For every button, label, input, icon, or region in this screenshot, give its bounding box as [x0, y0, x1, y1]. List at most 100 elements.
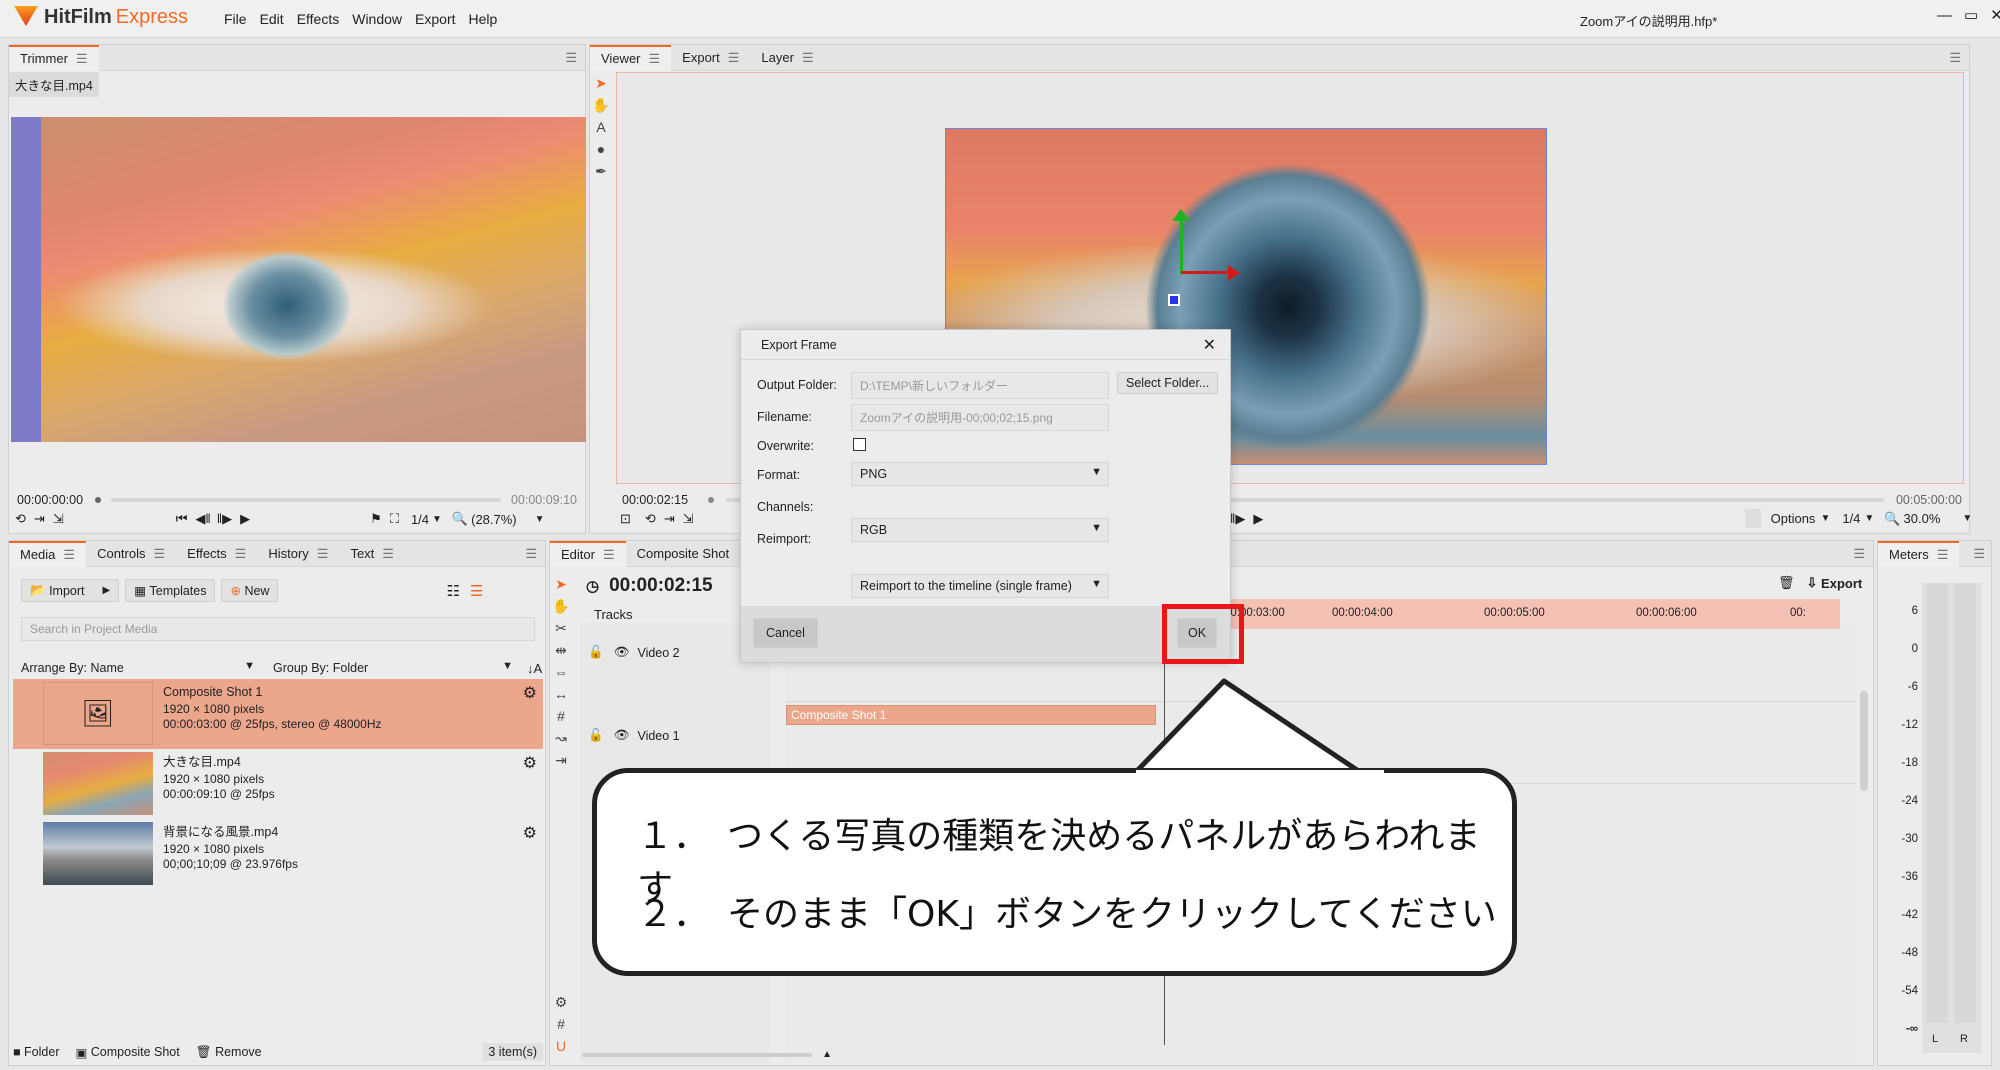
- loop-icon[interactable]: ⟲: [15, 511, 26, 527]
- arrange-select[interactable]: Arrange By: Name ▼: [13, 657, 261, 679]
- menu-icon[interactable]: ☰: [649, 51, 661, 67]
- roll-tool-icon[interactable]: #: [550, 705, 572, 727]
- timeline-vscroll[interactable]: [1860, 691, 1868, 791]
- tab-layer[interactable]: Layer ☰: [750, 45, 824, 71]
- to-start-icon[interactable]: ⏮: [176, 511, 188, 527]
- play-icon[interactable]: ▶: [1253, 511, 1263, 527]
- list-view-icon[interactable]: ☷: [446, 582, 459, 600]
- zoom-slider-icon[interactable]: ▲: [822, 1049, 832, 1060]
- menu-icon[interactable]: ☰: [154, 546, 166, 562]
- menu-export[interactable]: Export: [415, 11, 455, 27]
- gear-icon[interactable]: ⚙: [523, 753, 537, 773]
- timeline-clip[interactable]: Composite Shot 1: [786, 705, 1156, 725]
- import-button[interactable]: 📂 Import ▶: [21, 579, 120, 602]
- menu-edit[interactable]: Edit: [260, 11, 284, 27]
- eye-icon[interactable]: 👁: [614, 645, 630, 660]
- output-folder-field[interactable]: D:\TEMP\新しいフォルダー: [851, 372, 1109, 399]
- close-icon[interactable]: ✕: [1203, 335, 1216, 355]
- lock-icon[interactable]: 🔓: [588, 645, 604, 660]
- templates-button[interactable]: ▦ Templates: [125, 579, 216, 602]
- menu-icon[interactable]: ☰: [76, 51, 88, 67]
- menu-icon[interactable]: ☰: [317, 546, 329, 562]
- slide-tool-icon[interactable]: ⇔: [550, 661, 572, 683]
- menu-file[interactable]: File: [224, 11, 247, 27]
- panel-menu-icon[interactable]: ☰: [1853, 546, 1865, 562]
- ellipse-tool-icon[interactable]: ●: [590, 138, 612, 160]
- loop-icon[interactable]: ⟲: [645, 511, 656, 527]
- overwrite-checkbox[interactable]: [853, 438, 866, 451]
- new-composite-button[interactable]: ▣ Composite Shot: [75, 1045, 179, 1060]
- hand-tool-icon[interactable]: ✋: [550, 595, 572, 617]
- menu-help[interactable]: Help: [469, 11, 498, 27]
- slip-tool-icon[interactable]: ⇹: [550, 639, 572, 661]
- channels-select[interactable]: RGB ▼: [851, 518, 1109, 542]
- gear-icon[interactable]: ⚙: [523, 683, 537, 703]
- panel-menu-icon[interactable]: ☰: [1949, 50, 1961, 66]
- list-item[interactable]: 大きな目.mp4 1920 × 1080 pixels 00:00:09:10 …: [13, 749, 543, 819]
- tab-editor[interactable]: Editor ☰: [550, 540, 626, 567]
- detail-view-icon[interactable]: ☰: [470, 582, 483, 600]
- menu-icon[interactable]: ☰: [1937, 547, 1949, 563]
- magnet-icon[interactable]: U: [550, 1035, 572, 1057]
- maximize-icon[interactable]: ▭: [1964, 6, 1978, 24]
- menu-effects[interactable]: Effects: [297, 11, 340, 27]
- hand-tool-icon[interactable]: ✋: [590, 94, 612, 116]
- search-input[interactable]: Search in Project Media: [21, 617, 535, 641]
- filename-field[interactable]: Zoomアイの説明用-00;00;02;15.png: [851, 404, 1109, 431]
- reimport-select[interactable]: Reimport to the timeline (single frame) ▼: [851, 574, 1109, 598]
- viewer-zoom[interactable]: 30.0%: [1904, 511, 1941, 526]
- select-tool-icon[interactable]: ➤: [550, 573, 572, 595]
- fit-icon[interactable]: ⊡: [620, 511, 631, 527]
- tab-effects[interactable]: Effects ☰: [176, 541, 257, 567]
- group-select[interactable]: Group By: Folder ▼: [265, 657, 519, 679]
- new-folder-button[interactable]: ■ Folder: [13, 1045, 59, 1059]
- viewer-options-toggle[interactable]: [1745, 509, 1761, 528]
- sort-icon[interactable]: ↓A: [527, 661, 542, 676]
- lock-icon[interactable]: 🔓: [588, 728, 604, 743]
- snapshot-icon[interactable]: ⛶: [390, 511, 399, 527]
- overlay-icon[interactable]: ⇲: [53, 511, 64, 527]
- pen-tool-icon[interactable]: ✒: [590, 160, 612, 182]
- insert-icon[interactable]: ⇥: [34, 511, 45, 527]
- menu-window[interactable]: Window: [352, 11, 402, 27]
- remove-button[interactable]: 🗑 Remove: [196, 1045, 262, 1060]
- menu-icon[interactable]: ☰: [63, 547, 75, 563]
- track-select-icon[interactable]: ⇥: [550, 749, 572, 771]
- overlay-icon[interactable]: ⇲: [683, 511, 694, 527]
- anchor-point-handle[interactable]: [1168, 294, 1180, 306]
- tab-history[interactable]: History ☰: [257, 541, 339, 567]
- x-axis-gizmo[interactable]: [1181, 271, 1231, 274]
- razor-tool-icon[interactable]: ✂: [550, 617, 572, 639]
- panel-menu-icon[interactable]: ☰: [525, 546, 537, 562]
- timeline-hscroll[interactable]: ▲: [582, 1049, 832, 1060]
- tab-export[interactable]: Export ☰: [671, 45, 750, 71]
- timeline-ruler[interactable]: 00:00:03:00 00:00:04:00 00:00:05:00 00:0…: [1200, 599, 1840, 629]
- playhead-icon[interactable]: [708, 497, 715, 503]
- y-axis-gizmo[interactable]: [1180, 217, 1183, 274]
- chevron-down-icon[interactable]: ▼: [535, 514, 545, 525]
- step-forward-icon[interactable]: ‖▶: [1230, 511, 1245, 527]
- tab-text[interactable]: Text ☰: [339, 541, 405, 567]
- new-button[interactable]: ⊕ New: [221, 579, 279, 602]
- trimmer-file-tab[interactable]: 大きな目.mp4: [9, 72, 99, 97]
- trimmer-zoom[interactable]: (28.7%): [471, 512, 517, 527]
- panel-menu-icon[interactable]: ☰: [565, 50, 577, 66]
- editor-export[interactable]: 🗑 ⇩ Export: [1778, 575, 1862, 591]
- insert-icon[interactable]: ⇥: [664, 511, 675, 527]
- viewer-resolution[interactable]: 1/4: [1842, 511, 1860, 526]
- tab-composite-shot[interactable]: Composite Shot: [626, 541, 741, 567]
- grid-icon[interactable]: #: [550, 1013, 572, 1035]
- minimize-icon[interactable]: —: [1937, 7, 1952, 24]
- menu-icon[interactable]: ☰: [802, 50, 814, 66]
- chevron-down-icon[interactable]: ▼: [1864, 513, 1874, 524]
- tab-media[interactable]: Media ☰: [9, 540, 87, 567]
- chevron-down-icon[interactable]: ▼: [1820, 513, 1830, 524]
- hscroll-track[interactable]: [582, 1052, 813, 1057]
- trimmer-scrubber[interactable]: [111, 498, 501, 502]
- eye-icon[interactable]: 👁: [614, 728, 630, 743]
- ripple-tool-icon[interactable]: ↔: [550, 683, 572, 705]
- chevron-down-icon[interactable]: ▼: [432, 514, 442, 525]
- gear-icon[interactable]: ⚙: [523, 823, 537, 843]
- cancel-button[interactable]: Cancel: [753, 618, 818, 648]
- close-icon[interactable]: ✕: [1990, 6, 2000, 24]
